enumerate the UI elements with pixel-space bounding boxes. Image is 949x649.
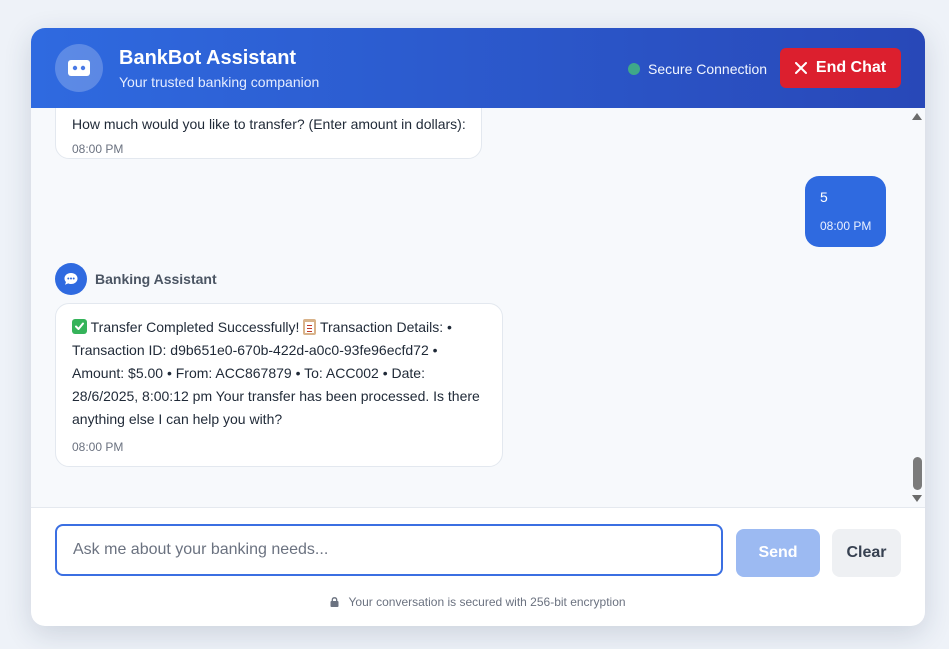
connection-status: Secure Connection <box>628 60 767 78</box>
scrollbar-thumb[interactable] <box>913 457 922 490</box>
message-time: 08:00 PM <box>820 219 872 233</box>
bot-message: Transfer Completed Successfully! Transac… <box>55 303 503 467</box>
lock-icon <box>330 597 339 607</box>
scroll-up-arrow-icon[interactable] <box>912 113 922 120</box>
end-chat-button[interactable]: End Chat <box>780 48 901 88</box>
bot-avatar-large <box>55 44 103 92</box>
app-title: BankBot Assistant <box>119 47 297 69</box>
send-button[interactable]: Send <box>736 529 820 577</box>
end-chat-label: End Chat <box>815 59 887 76</box>
chat-header: BankBot Assistant Your trusted banking c… <box>31 28 925 108</box>
message-text: 5 <box>820 189 828 205</box>
sender-name: Banking Assistant <box>95 271 217 287</box>
chat-window: BankBot Assistant Your trusted banking c… <box>31 28 925 626</box>
check-emoji-icon <box>72 319 87 334</box>
message-time: 08:00 PM <box>72 142 124 156</box>
message-text: How much would you like to transfer? (En… <box>72 116 466 132</box>
message-text: Transfer Completed Successfully! Transac… <box>72 316 492 431</box>
wallet-icon <box>68 60 90 76</box>
scroll-down-arrow-icon[interactable] <box>912 495 922 502</box>
status-dot-icon <box>628 63 640 75</box>
footer-text: Your conversation is secured with 256-bi… <box>348 595 626 609</box>
security-footer: Your conversation is secured with 256-bi… <box>31 595 925 609</box>
clear-button[interactable]: Clear <box>832 529 901 577</box>
app-subtitle: Your trusted banking companion <box>119 74 320 90</box>
user-message: 5 08:00 PM <box>805 176 886 247</box>
message-text-part: Transaction Details: • Transaction ID: d… <box>72 319 480 427</box>
message-input[interactable] <box>55 524 723 576</box>
status-label: Secure Connection <box>648 61 768 77</box>
message-list[interactable]: How much would you like to transfer? (En… <box>31 108 925 508</box>
chat-bubble-icon <box>64 273 78 285</box>
bot-message: How much would you like to transfer? (En… <box>55 108 482 159</box>
message-time: 08:00 PM <box>72 440 124 454</box>
divider <box>31 507 925 508</box>
close-icon <box>794 62 807 74</box>
clipboard-emoji-icon <box>303 319 317 335</box>
message-text-part: Transfer Completed Successfully! <box>90 319 300 335</box>
bot-avatar <box>55 263 87 295</box>
